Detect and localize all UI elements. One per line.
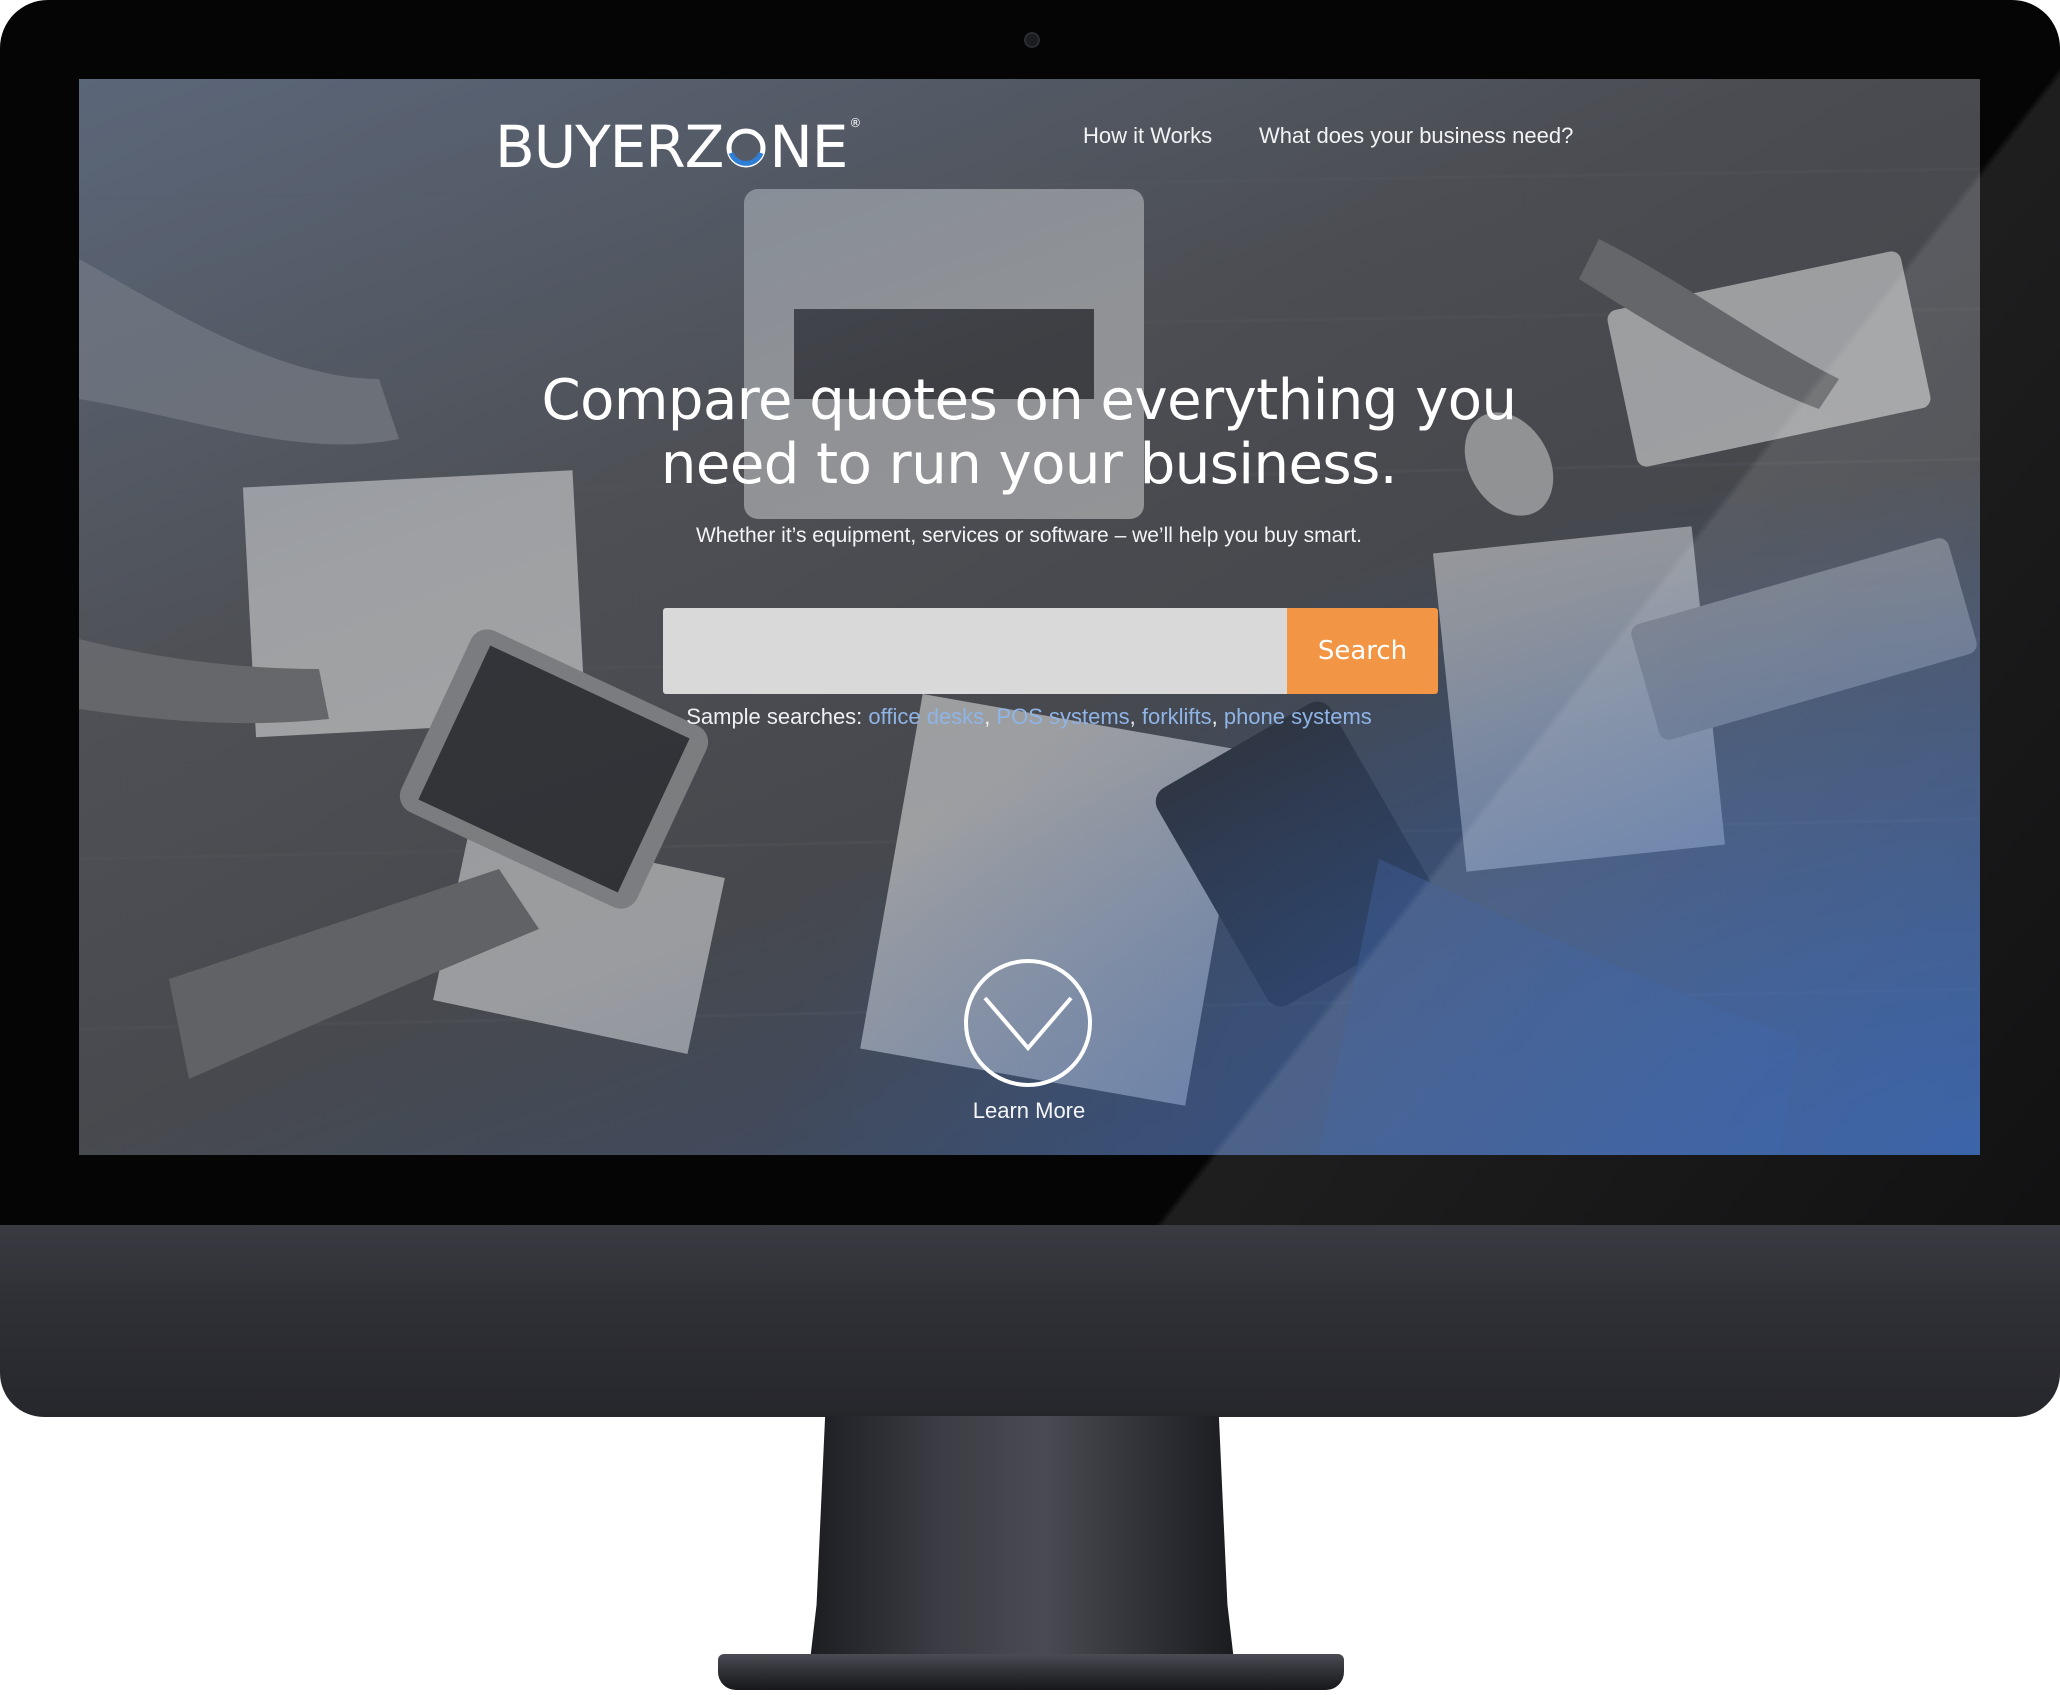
learn-more-label[interactable]: Learn More: [959, 1098, 1099, 1124]
monitor-chin: [0, 1225, 2060, 1417]
webcam-icon: [1024, 32, 1040, 48]
hero-headline-line2: need to run your business.: [660, 432, 1398, 497]
search-bar: Search: [663, 608, 1438, 694]
monitor-stand-neck: [808, 1416, 1236, 1678]
hero-headline-line1: Compare quotes on everything you: [541, 368, 1517, 433]
top-navigation: How it Works What does your business nee…: [79, 123, 1980, 173]
sample-searches-label: Sample searches:: [686, 704, 869, 729]
separator: ,: [1129, 704, 1142, 729]
search-button[interactable]: Search: [1287, 608, 1438, 694]
learn-more-button[interactable]: Learn More: [959, 958, 1099, 1128]
monitor-stand-foot: [718, 1654, 1344, 1690]
nav-link-business-need[interactable]: What does your business need?: [1259, 123, 1573, 149]
sample-searches: Sample searches: office desks, POS syste…: [429, 704, 1629, 730]
sample-link-pos-systems[interactable]: POS systems: [996, 704, 1129, 729]
separator: ,: [984, 704, 997, 729]
search-input[interactable]: [663, 608, 1287, 694]
sample-link-phone-systems[interactable]: phone systems: [1224, 704, 1372, 729]
desktop-monitor-mockup: BUYERZ NE ® How it Works What does your …: [0, 0, 2060, 1695]
sample-link-forklifts[interactable]: forklifts: [1142, 704, 1212, 729]
chevron-down-circle-icon[interactable]: [963, 958, 1093, 1088]
nav-link-how-it-works[interactable]: How it Works: [1083, 123, 1212, 149]
hero-subheadline: Whether it’s equipment, services or soft…: [695, 524, 1363, 547]
website-screen: BUYERZ NE ® How it Works What does your …: [79, 79, 1980, 1155]
hero-headline: Compare quotes on everything you need to…: [429, 369, 1629, 497]
sample-link-office-desks[interactable]: office desks: [868, 704, 984, 729]
separator: ,: [1211, 704, 1224, 729]
